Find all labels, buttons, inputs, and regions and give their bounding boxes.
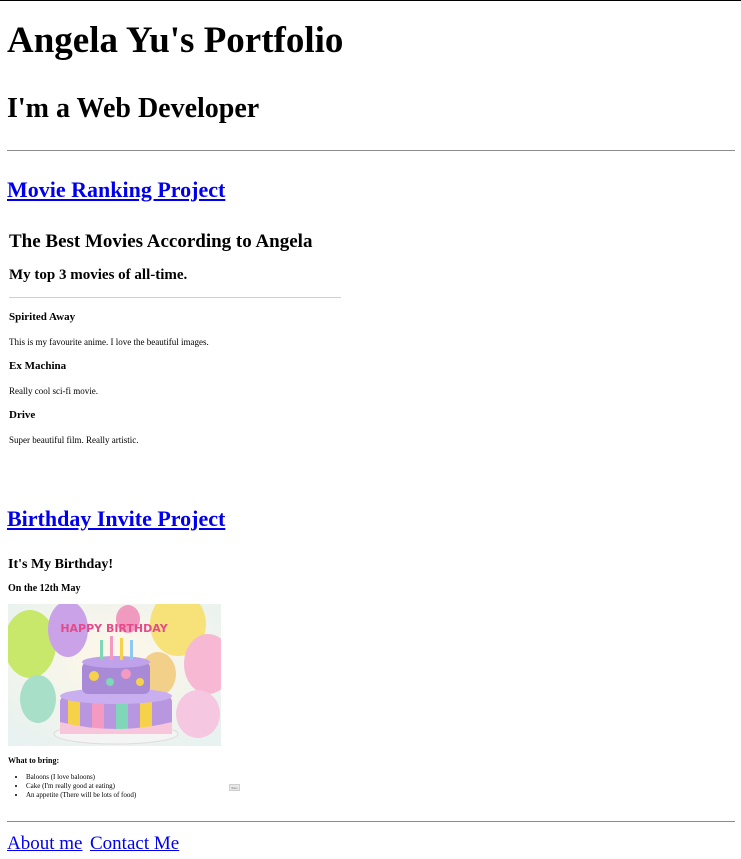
movie-project-iframe[interactable]: The Best Movies According to Angela My t… bbox=[7, 222, 347, 457]
movie-frame-divider bbox=[9, 297, 341, 298]
cake-illustration: HAPPY BIRTHDAY bbox=[8, 604, 221, 746]
movie-title: Spirited Away bbox=[9, 311, 76, 323]
birthday-invite-project-link[interactable]: Birthday Invite Project bbox=[7, 505, 225, 533]
divider-top bbox=[7, 150, 735, 151]
about-me-link[interactable]: About me bbox=[7, 832, 82, 856]
movie-frame-subheading: My top 3 movies of all-time. bbox=[9, 267, 188, 283]
movie-title: Ex Machina bbox=[9, 360, 67, 372]
bring-heading: What to bring: bbox=[8, 756, 60, 765]
list-item: Cake (I'm really good at eating) bbox=[26, 782, 136, 791]
birthday-cake-image: HAPPY BIRTHDAY bbox=[8, 604, 221, 746]
birthday-frame-heading: It's My Birthday! bbox=[8, 557, 113, 572]
movie-description: This is my favourite anime. I love the b… bbox=[9, 337, 209, 347]
list-item: An appetite (There will be lots of food) bbox=[26, 791, 136, 800]
movie-description: Really cool sci-fi movie. bbox=[9, 386, 98, 396]
birthday-frame-date: On the 12th May bbox=[8, 583, 81, 594]
movie-frame-heading: The Best Movies According to Angela bbox=[9, 231, 313, 252]
page-subtitle: I'm a Web Developer bbox=[7, 93, 260, 124]
page-title: Angela Yu's Portfolio bbox=[7, 20, 344, 61]
movie-description: Super beautiful film. Really artistic. bbox=[9, 435, 139, 445]
movie-ranking-project-link[interactable]: Movie Ranking Project bbox=[7, 176, 225, 204]
bring-list: Baloons (I love baloons) Cake (I'm reall… bbox=[8, 773, 136, 800]
movie-title: Drive bbox=[9, 409, 36, 421]
divider-bottom bbox=[7, 821, 735, 822]
birthday-frame-button[interactable]: Pano bbox=[229, 784, 240, 791]
contact-me-link[interactable]: Contact Me bbox=[90, 832, 179, 856]
window-top-border bbox=[0, 0, 741, 1]
cake-topper-text: HAPPY BIRTHDAY bbox=[60, 622, 168, 635]
list-item: Baloons (I love baloons) bbox=[26, 773, 136, 782]
